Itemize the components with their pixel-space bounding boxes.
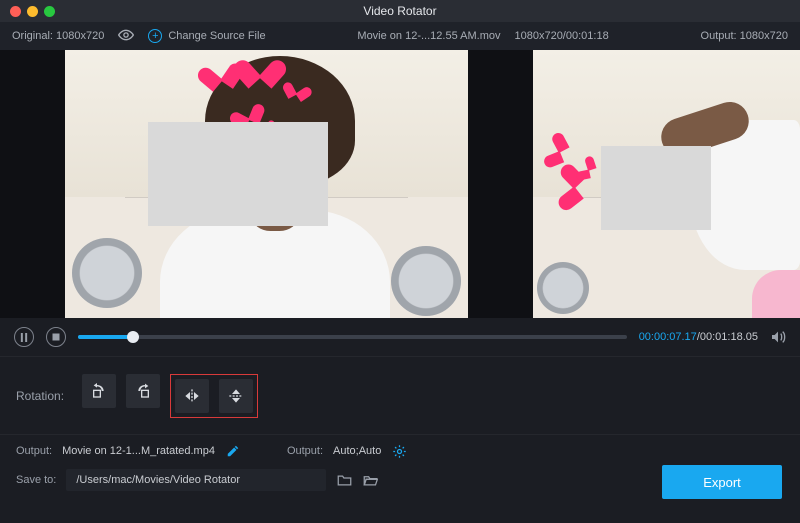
source-resolution-duration: 1080x720/00:01:18 — [514, 30, 608, 42]
file-meta: Movie on 12-...12.55 AM.mov 1080x720/00:… — [280, 30, 687, 42]
preview-eye-icon[interactable] — [118, 29, 134, 44]
rotation-row: Rotation: — [0, 356, 800, 434]
output-size-value: Auto;Auto — [333, 445, 381, 457]
change-source-file-label: Change Source File — [168, 30, 265, 42]
save-to-label: Save to: — [16, 474, 56, 486]
playback-slider[interactable] — [78, 335, 627, 339]
output-label: Output: — [16, 445, 52, 457]
export-button[interactable]: Export — [662, 465, 782, 499]
app-window: { "title": "Video Rotator", "infobar": {… — [0, 0, 800, 523]
change-source-file-button[interactable]: + Change Source File — [148, 29, 265, 43]
current-time: 00:00:07.17 — [639, 331, 697, 343]
titlebar: Video Rotator — [0, 0, 800, 22]
browse-folder-icon[interactable] — [336, 472, 352, 488]
source-filename: Movie on 12-...12.55 AM.mov — [357, 30, 500, 42]
redaction-block — [148, 122, 328, 226]
playback-progress-fill — [78, 335, 133, 339]
output-row: Output: Movie on 12-1...M_ratated.mp4 Ou… — [0, 434, 800, 465]
save-path-field[interactable]: /Users/mac/Movies/Video Rotator — [66, 469, 326, 491]
output-resolution-label: Output: 1080x720 — [701, 30, 788, 42]
info-bar: Original: 1080x720 + Change Source File … — [0, 22, 800, 50]
output-filename: Movie on 12-1...M_ratated.mp4 — [62, 445, 215, 457]
flip-buttons-selected — [170, 374, 258, 418]
pause-button[interactable] — [14, 327, 34, 347]
rotation-label: Rotation: — [16, 389, 64, 403]
edit-filename-icon[interactable] — [225, 443, 241, 459]
redaction-block — [601, 146, 711, 230]
flip-horizontal-button[interactable] — [175, 379, 209, 413]
preview-original — [0, 50, 533, 318]
output-size-label: Output: — [287, 445, 323, 457]
stop-button[interactable] — [46, 327, 66, 347]
volume-icon[interactable] — [770, 329, 786, 345]
original-resolution-label: Original: 1080x720 — [12, 30, 104, 42]
flip-vertical-button[interactable] — [219, 379, 253, 413]
playback-knob[interactable] — [127, 331, 139, 343]
output-settings-icon[interactable] — [391, 443, 407, 459]
rotation-buttons — [82, 374, 258, 418]
total-time: 00:01:18.05 — [700, 331, 758, 343]
playback-time: 00:00:07.17/00:01:18.05 — [639, 331, 758, 343]
window-title: Video Rotator — [0, 4, 800, 18]
rotate-right-button[interactable] — [126, 374, 160, 408]
preview-area — [0, 50, 800, 318]
playback-bar: 00:00:07.17/00:01:18.05 — [0, 318, 800, 356]
rotate-left-button[interactable] — [82, 374, 116, 408]
plus-circle-icon: + — [148, 29, 162, 43]
preview-output — [533, 50, 800, 318]
open-folder-icon[interactable] — [362, 472, 378, 488]
